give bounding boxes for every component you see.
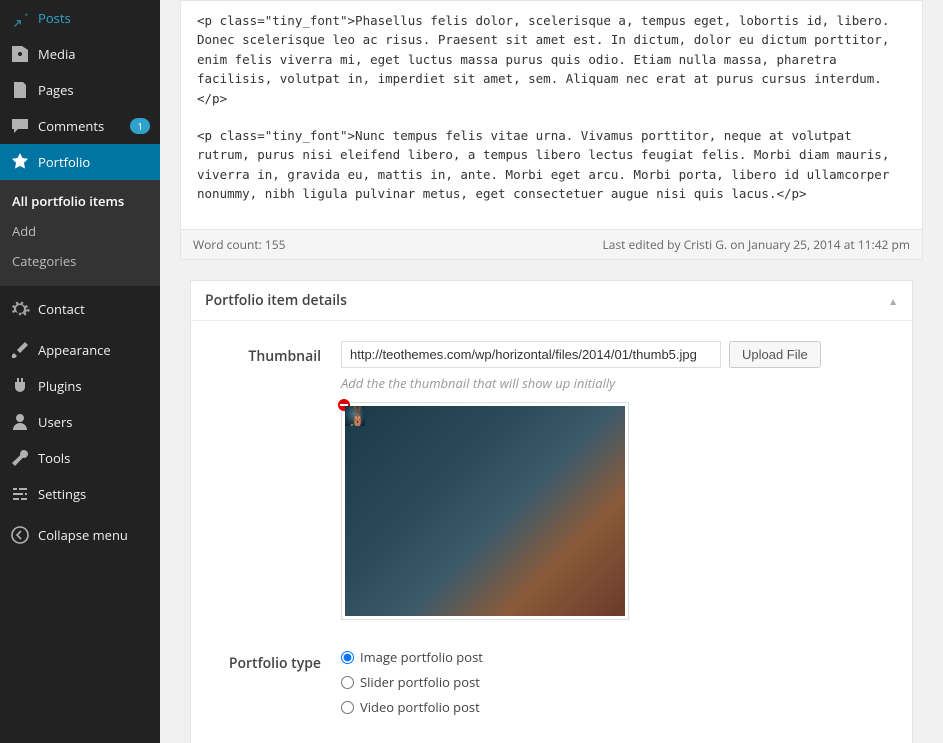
wrench-icon xyxy=(10,448,30,468)
menu-item-pages[interactable]: Pages xyxy=(0,72,160,108)
user-icon xyxy=(10,412,30,432)
thumbnail-image xyxy=(345,406,625,616)
menu-label: Appearance xyxy=(38,341,150,359)
sub-item-all-portfolio[interactable]: All portfolio items xyxy=(0,186,160,216)
portfolio-type-radio-slider[interactable] xyxy=(341,676,354,689)
comments-badge: 1 xyxy=(130,118,150,134)
media-icon xyxy=(10,44,30,64)
menu-item-users[interactable]: Users xyxy=(0,404,160,440)
plug-icon xyxy=(10,376,30,396)
collapse-icon xyxy=(10,525,30,545)
content-editor: <p class="tiny_font">Phasellus felis dol… xyxy=(180,0,923,260)
editor-paragraph: <p class="tiny_font">Nunc tempus felis v… xyxy=(197,126,906,204)
menu-item-posts[interactable]: Posts xyxy=(0,0,160,36)
menu-label: Contact xyxy=(38,300,150,318)
metabox-header[interactable]: Portfolio item details ▲ xyxy=(191,281,912,321)
thumbnail-preview xyxy=(341,402,629,620)
radio-label[interactable]: Slider portfolio post xyxy=(360,673,480,691)
brush-icon xyxy=(10,340,30,360)
portfolio-type-label: Portfolio type xyxy=(211,648,341,723)
menu-item-settings[interactable]: Settings xyxy=(0,476,160,512)
menu-label: Media xyxy=(38,45,150,63)
menu-label: Settings xyxy=(38,485,150,503)
portfolio-type-radio-image[interactable] xyxy=(341,651,354,664)
sub-item-categories[interactable]: Categories xyxy=(0,246,160,276)
menu-item-media[interactable]: Media xyxy=(0,36,160,72)
menu-label: Users xyxy=(38,413,150,431)
radio-label[interactable]: Image portfolio post xyxy=(360,648,483,666)
menu-item-contact[interactable]: Contact xyxy=(0,291,160,327)
metabox-toggle-icon[interactable]: ▲ xyxy=(888,294,898,308)
gear-icon xyxy=(10,299,30,319)
radio-label[interactable]: Video portfolio post xyxy=(360,698,480,716)
upload-file-button[interactable]: Upload File xyxy=(729,341,821,368)
menu-label: Tools xyxy=(38,449,150,467)
comment-icon xyxy=(10,116,30,136)
pages-icon xyxy=(10,80,30,100)
pin-icon xyxy=(10,8,30,28)
menu-item-comments[interactable]: Comments 1 xyxy=(0,108,160,144)
sub-item-add[interactable]: Add xyxy=(0,216,160,246)
menu-item-appearance[interactable]: Appearance xyxy=(0,332,160,368)
thumbnail-url-input[interactable] xyxy=(341,341,721,368)
star-icon xyxy=(10,152,30,172)
menu-label: Portfolio xyxy=(38,153,150,171)
last-edited: Last edited by Cristi G. on January 25, … xyxy=(603,236,910,253)
admin-sidebar: Posts Media Pages Comments 1 Portfolio A… xyxy=(0,0,160,743)
thumbnail-label: Thumbnail xyxy=(211,341,341,620)
portfolio-submenu: All portfolio items Add Categories xyxy=(0,180,160,286)
portfolio-type-radio-video[interactable] xyxy=(341,701,354,714)
menu-item-plugins[interactable]: Plugins xyxy=(0,368,160,404)
thumbnail-field: Thumbnail Upload File Add the the thumbn… xyxy=(211,341,892,620)
menu-label: Collapse menu xyxy=(38,526,150,544)
menu-label: Posts xyxy=(38,9,150,27)
portfolio-details-metabox: Portfolio item details ▲ Thumbnail Uploa… xyxy=(190,280,913,743)
menu-label: Plugins xyxy=(38,377,150,395)
thumbnail-hint: Add the the thumbnail that will show up … xyxy=(341,374,892,392)
menu-item-tools[interactable]: Tools xyxy=(0,440,160,476)
editor-textarea[interactable]: <p class="tiny_font">Phasellus felis dol… xyxy=(181,1,922,229)
word-count: Word count: 155 xyxy=(193,236,285,253)
collapse-menu[interactable]: Collapse menu xyxy=(0,517,160,553)
menu-item-portfolio[interactable]: Portfolio xyxy=(0,144,160,180)
menu-label: Comments xyxy=(38,117,126,135)
main-content: <p class="tiny_font">Phasellus felis dol… xyxy=(160,0,943,743)
metabox-title: Portfolio item details xyxy=(205,291,347,310)
editor-footer: Word count: 155 Last edited by Cristi G.… xyxy=(181,229,922,259)
portfolio-type-field: Portfolio type Image portfolio post Slid… xyxy=(211,648,892,723)
menu-label: Pages xyxy=(38,81,150,99)
sliders-icon xyxy=(10,484,30,504)
editor-paragraph: <p class="tiny_font">Phasellus felis dol… xyxy=(197,11,906,108)
